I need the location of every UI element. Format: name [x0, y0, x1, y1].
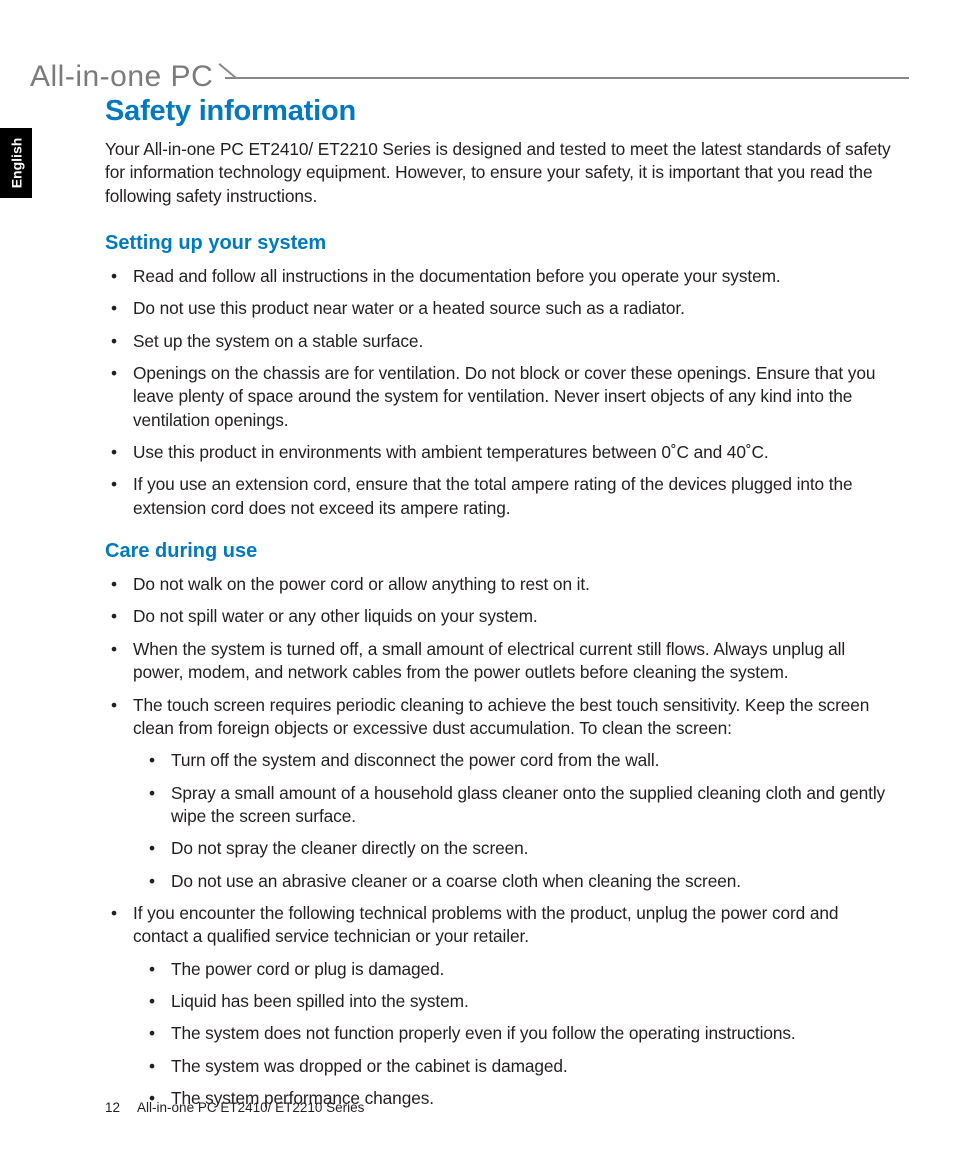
list-item: The power cord or plug is damaged.	[141, 958, 895, 981]
header-rule	[225, 65, 909, 89]
bullet-list: Do not walk on the power cord or allow a…	[105, 573, 895, 1110]
list-item: Turn off the system and disconnect the p…	[141, 749, 895, 772]
list-item: If you encounter the following technical…	[105, 902, 895, 1110]
list-item: Spray a small amount of a household glas…	[141, 782, 895, 829]
list-item: Use this product in environments with am…	[105, 441, 895, 464]
header-title: All-in-one PC	[30, 60, 225, 94]
list-item: The touch screen requires periodic clean…	[105, 694, 895, 893]
intro-paragraph: Your All-in-one PC ET2410/ ET2210 Series…	[105, 138, 895, 208]
language-tab-label: English	[8, 138, 24, 189]
list-item: Do not walk on the power cord or allow a…	[105, 573, 895, 596]
language-tab: English	[0, 128, 32, 198]
list-item: Do not spray the cleaner directly on the…	[141, 837, 895, 860]
section-heading: Setting up your system	[105, 232, 895, 255]
page-number: 12	[105, 1100, 120, 1115]
list-item: Openings on the chassis are for ventilat…	[105, 362, 895, 432]
list-item: When the system is turned off, a small a…	[105, 638, 895, 685]
list-item: The system does not function properly ev…	[141, 1022, 895, 1045]
list-item: Do not use an abrasive cleaner or a coar…	[141, 870, 895, 893]
bullet-sublist: Turn off the system and disconnect the p…	[141, 749, 895, 893]
content-area: Safety information Your All-in-one PC ET…	[105, 95, 895, 1130]
list-item: If you use an extension cord, ensure tha…	[105, 473, 895, 520]
section-heading: Care during use	[105, 540, 895, 563]
page-header: All-in-one PC	[30, 60, 909, 94]
page-title: Safety information	[105, 95, 895, 128]
list-item: Do not use this product near water or a …	[105, 297, 895, 320]
page-footer: 12 All-in-one PC ET2410/ ET2210 Series	[105, 1100, 364, 1115]
list-item: Liquid has been spilled into the system.	[141, 990, 895, 1013]
bullet-list: Read and follow all instructions in the …	[105, 265, 895, 520]
list-item: Do not spill water or any other liquids …	[105, 605, 895, 628]
footer-series: All-in-one PC ET2410/ ET2210 Series	[137, 1100, 364, 1115]
list-item: The system was dropped or the cabinet is…	[141, 1055, 895, 1078]
list-item: Read and follow all instructions in the …	[105, 265, 895, 288]
list-item: Set up the system on a stable surface.	[105, 330, 895, 353]
bullet-sublist: The power cord or plug is damaged. Liquid…	[141, 958, 895, 1111]
